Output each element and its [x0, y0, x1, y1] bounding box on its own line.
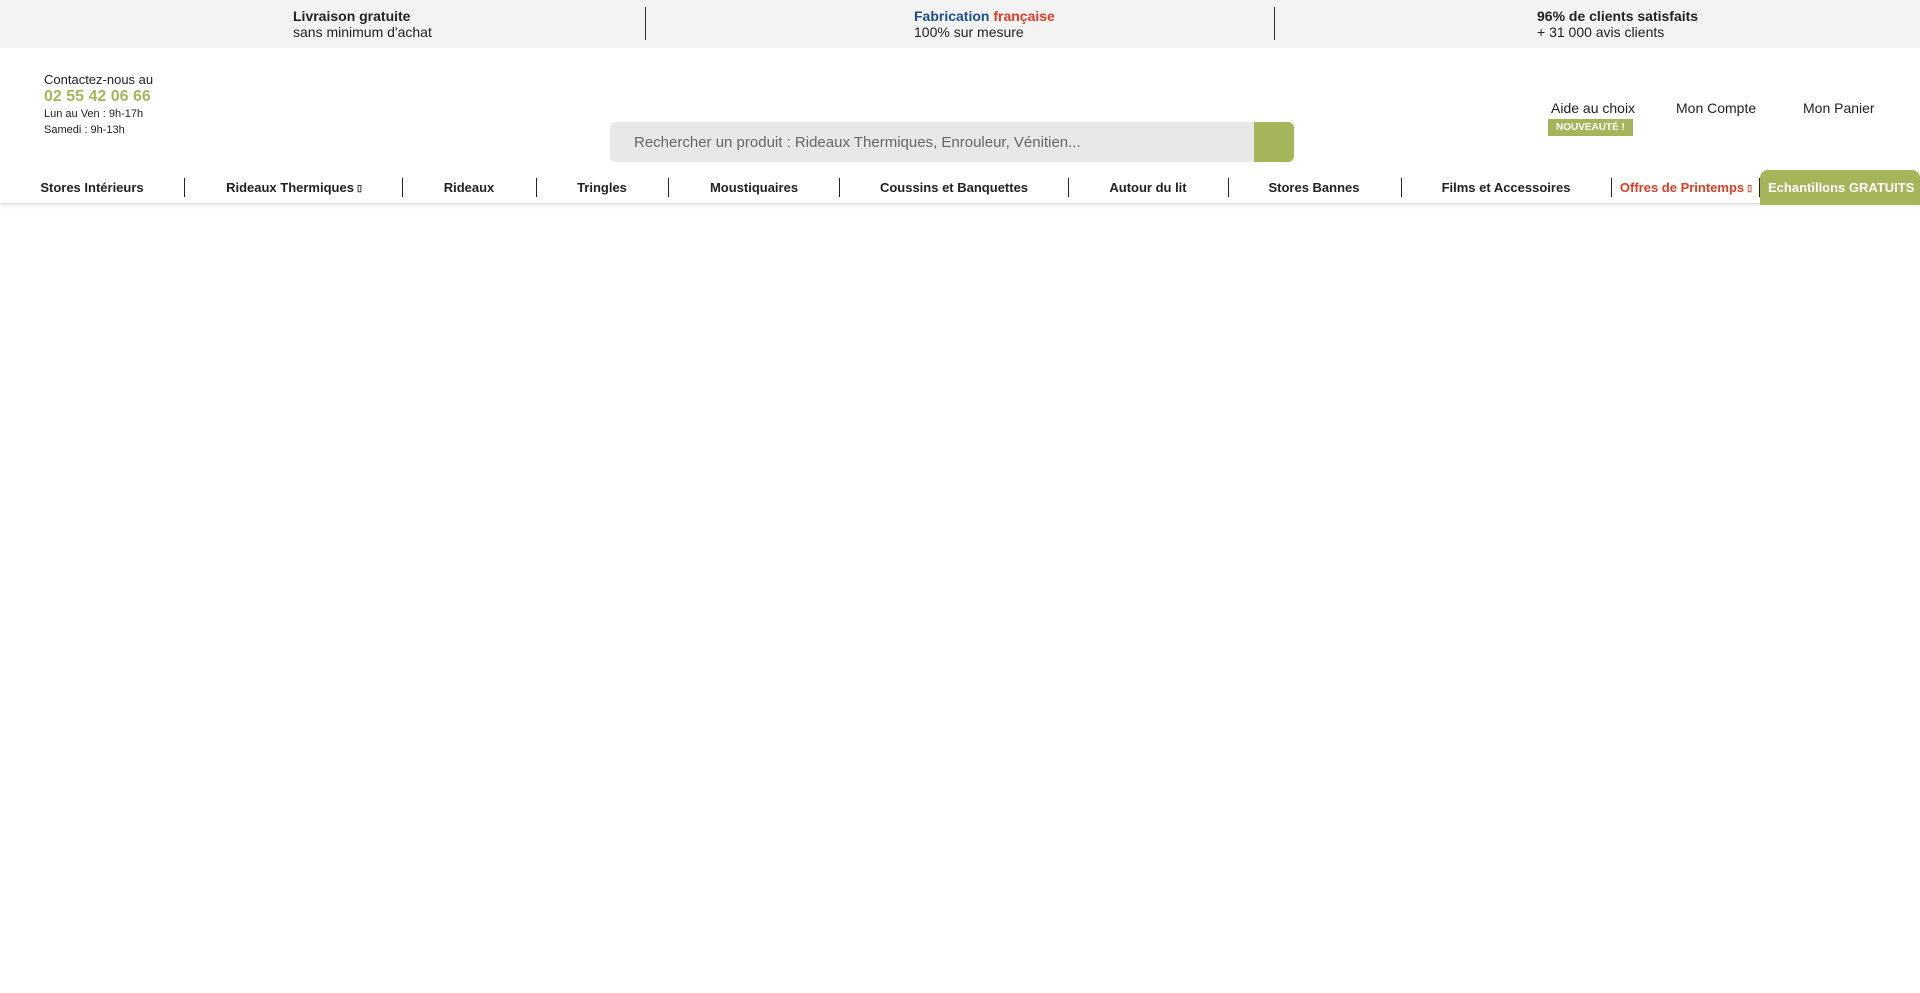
top-banner: Livraison gratuite sans minimum d'achat …: [0, 0, 1920, 48]
help-choice-link[interactable]: Aide au choix: [1551, 100, 1635, 116]
fabrication-label: Fabrication: [914, 8, 990, 24]
free-samples-button[interactable]: Echantillons GRATUITS: [1760, 170, 1920, 205]
free-delivery-subtitle: sans minimum d'achat: [293, 24, 432, 40]
nav-item-stores-bannes[interactable]: Stores Bannes: [1258, 172, 1370, 204]
nav-divider: [1401, 178, 1402, 197]
made-to-measure-subtitle: 100% sur mesure: [914, 24, 1024, 40]
contact-block: Contactez-nous au 02 55 42 06 66 Lun au …: [44, 72, 153, 138]
contact-label: Contactez-nous au: [44, 72, 154, 87]
my-account-link[interactable]: Mon Compte: [1676, 100, 1756, 116]
search-bar: [610, 122, 1294, 162]
nav-divider: [1228, 178, 1229, 197]
french-manufacturing-info: Fabrication française 100% sur mesure: [914, 8, 1055, 40]
nav-item-coussins-banquettes[interactable]: Coussins et Banquettes: [870, 172, 1038, 204]
nav-divider: [839, 178, 840, 197]
nav-divider: [668, 178, 669, 197]
nav-item-tringles[interactable]: Tringles: [564, 172, 640, 204]
new-badge: NOUVEAUTÉ !: [1548, 119, 1633, 136]
my-cart-link[interactable]: Mon Panier: [1803, 100, 1875, 116]
free-delivery-info: Livraison gratuite sans minimum d'achat: [293, 8, 432, 40]
search-input[interactable]: [610, 122, 1254, 162]
nav-divider: [184, 178, 185, 197]
nav-divider: [402, 178, 403, 197]
satisfaction-title: 96% de clients satisfaits: [1537, 8, 1699, 24]
nav-divider: [1611, 178, 1612, 197]
nav-divider: [536, 178, 537, 197]
customer-satisfaction-info: 96% de clients satisfaits + 31 000 avis …: [1537, 8, 1698, 40]
main-navigation: Stores Intérieurs Rideaux Thermiques ▯ Ri…: [0, 170, 1920, 205]
menu-icon: ▯: [1747, 183, 1753, 193]
saturday-hours: Samedi : 9h-13h: [44, 124, 125, 136]
topbar-divider: [645, 7, 646, 40]
reviews-count[interactable]: + 31 000 avis clients: [1537, 24, 1698, 40]
nav-item-rideaux[interactable]: Rideaux: [430, 172, 508, 204]
nav-item-offres-printemps[interactable]: Offres de Printemps ▯: [1618, 172, 1754, 204]
nav-item-moustiquaires[interactable]: Moustiquaires: [700, 172, 808, 204]
search-button[interactable]: [1254, 122, 1294, 162]
nav-item-rideaux-thermiques[interactable]: Rideaux Thermiques ▯: [220, 172, 368, 204]
topbar-divider: [1274, 7, 1275, 40]
menu-icon: ▯: [356, 183, 362, 193]
nav-item-films-accessoires[interactable]: Films et Accessoires: [1434, 172, 1578, 204]
nav-item-stores-interieurs[interactable]: Stores Intérieurs: [30, 172, 154, 204]
weekday-hours: Lun au Ven : 9h-17h: [44, 108, 144, 120]
nav-divider: [1068, 178, 1069, 197]
francaise-label: française: [993, 8, 1055, 24]
free-delivery-title: Livraison gratuite: [293, 8, 411, 24]
phone-number[interactable]: 02 55 42 06 66: [44, 87, 153, 106]
nav-item-autour-du-lit[interactable]: Autour du lit: [1098, 172, 1198, 204]
